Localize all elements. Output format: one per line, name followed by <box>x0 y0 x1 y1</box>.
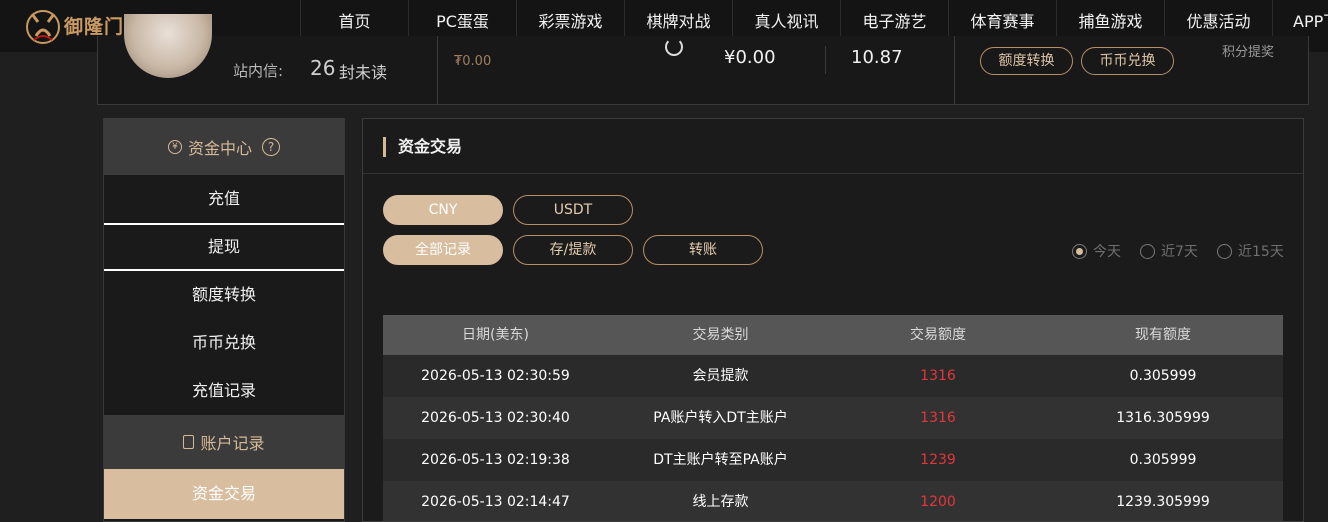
divider <box>825 46 826 74</box>
cell-amount: 1316 <box>920 368 956 384</box>
filter-last-15-days[interactable]: 近15天 <box>1217 241 1284 261</box>
help-icon[interactable]: ? <box>262 138 280 156</box>
cell-balance: 1239.305999 <box>1116 494 1210 510</box>
sidebar-section-fund-center: ¥ 资金中心 ? <box>104 119 344 175</box>
cell-amount: 1200 <box>920 494 956 510</box>
column-header-type: 交易类别 <box>692 327 749 343</box>
cell-type: 线上存款 <box>692 494 749 510</box>
filter-label: 近7天 <box>1161 244 1198 260</box>
divider <box>363 173 1303 174</box>
tab-usdt[interactable]: USDT <box>513 195 633 225</box>
sidebar-item-quota-transfer[interactable]: 额度转换 <box>104 271 344 319</box>
quota-transfer-button[interactable]: 额度转换 <box>980 47 1073 75</box>
table-row: 2026-05-13 02:14:47 线上存款 1200 1239.30599… <box>383 481 1283 521</box>
cell-date: 2026-05-13 02:30:40 <box>421 410 570 426</box>
page-title: 资金交易 <box>383 137 462 157</box>
points-redeem-link[interactable]: 积分提奖 <box>1222 41 1274 60</box>
section-title: 账户记录 <box>200 434 265 453</box>
tab-transfer[interactable]: 转账 <box>643 235 763 265</box>
sidebar-item-coin-exchange[interactable]: 币币兑换 <box>104 319 344 367</box>
cell-balance: 0.305999 <box>1129 368 1197 384</box>
column-header-date: 日期(美东) <box>462 327 529 343</box>
cny-balance: ¥0.00 <box>724 47 776 68</box>
unread-count[interactable]: 26 <box>310 56 335 80</box>
inbox-label: 站内信: <box>233 62 284 80</box>
column-header-amount: 交易额度 <box>910 327 966 343</box>
filter-today[interactable]: 今天 <box>1072 241 1121 261</box>
tab-deposit-withdraw[interactable]: 存/提款 <box>513 235 633 265</box>
filter-label: 今天 <box>1093 244 1121 260</box>
sidebar-item-fund-transactions[interactable]: 资金交易 <box>104 469 344 519</box>
sidebar: ¥ 资金中心 ? 充值 提现 额度转换 币币兑换 充值记录 账户记录 资金交易 <box>103 118 345 522</box>
sidebar-item-deposit-records[interactable]: 充值记录 <box>104 367 344 415</box>
fund-transactions-panel: 资金交易 CNY USDT 全部记录 存/提款 转账 今天 近7天 近15天 日… <box>362 118 1304 522</box>
cell-balance: 0.305999 <box>1129 452 1197 468</box>
section-title: 资金中心 <box>187 139 252 158</box>
filter-label: 近15天 <box>1238 244 1284 260</box>
dragon-logo-icon <box>26 10 60 44</box>
table-header: 日期(美东) 交易类别 交易额度 现有额度 <box>383 315 1283 355</box>
cell-amount: 1239 <box>920 452 956 468</box>
cell-type: 会员提款 <box>692 368 749 384</box>
account-summary: 站内信: 26 封未读 ₮0.00 ¥0.00 10.87 额度转换 币币兑换 … <box>97 14 1309 105</box>
divider <box>437 36 438 104</box>
radio-icon <box>1140 243 1155 259</box>
coin-icon: ¥ <box>167 140 182 154</box>
radio-selected-icon <box>1072 243 1087 259</box>
cell-date: 2026-05-13 02:14:47 <box>421 494 570 510</box>
unread-unit: 封未读 <box>339 63 388 82</box>
document-icon <box>183 435 195 449</box>
cell-type: PA账户转入DT主账户 <box>653 410 788 426</box>
cell-date: 2026-05-13 02:19:38 <box>421 452 570 468</box>
avatar[interactable] <box>124 14 212 78</box>
sidebar-section-account-records: 账户记录 <box>104 415 344 469</box>
table-row: 2026-05-13 02:30:59 会员提款 1316 0.305999 <box>383 355 1283 397</box>
divider <box>954 36 955 104</box>
transactions-table: 日期(美东) 交易类别 交易额度 现有额度 2026-05-13 02:30:5… <box>383 315 1283 521</box>
cell-amount: 1316 <box>920 410 956 426</box>
table-row: 2026-05-13 02:30:40 PA账户转入DT主账户 1316 131… <box>383 397 1283 439</box>
refresh-icon[interactable] <box>665 38 683 56</box>
tab-all-records[interactable]: 全部记录 <box>383 235 503 265</box>
filter-last-7-days[interactable]: 近7天 <box>1140 241 1198 261</box>
brand-name: 御隆门 <box>64 16 125 38</box>
radio-icon <box>1217 243 1232 259</box>
tab-cny[interactable]: CNY <box>383 195 503 225</box>
cell-balance: 1316.305999 <box>1116 410 1210 426</box>
cell-date: 2026-05-13 02:30:59 <box>421 368 570 384</box>
table-row: 2026-05-13 02:19:38 DT主账户转至PA账户 1239 0.3… <box>383 439 1283 481</box>
usdt-balance: ₮0.00 <box>454 54 492 69</box>
sidebar-item-withdraw[interactable]: 提现 <box>104 223 344 271</box>
sidebar-item-deposit[interactable]: 充值 <box>104 175 344 223</box>
coin-exchange-button[interactable]: 币币兑换 <box>1081 47 1174 75</box>
points-balance: 10.87 <box>851 47 903 68</box>
column-header-balance: 现有额度 <box>1135 327 1191 343</box>
cell-type: DT主账户转至PA账户 <box>653 452 788 468</box>
